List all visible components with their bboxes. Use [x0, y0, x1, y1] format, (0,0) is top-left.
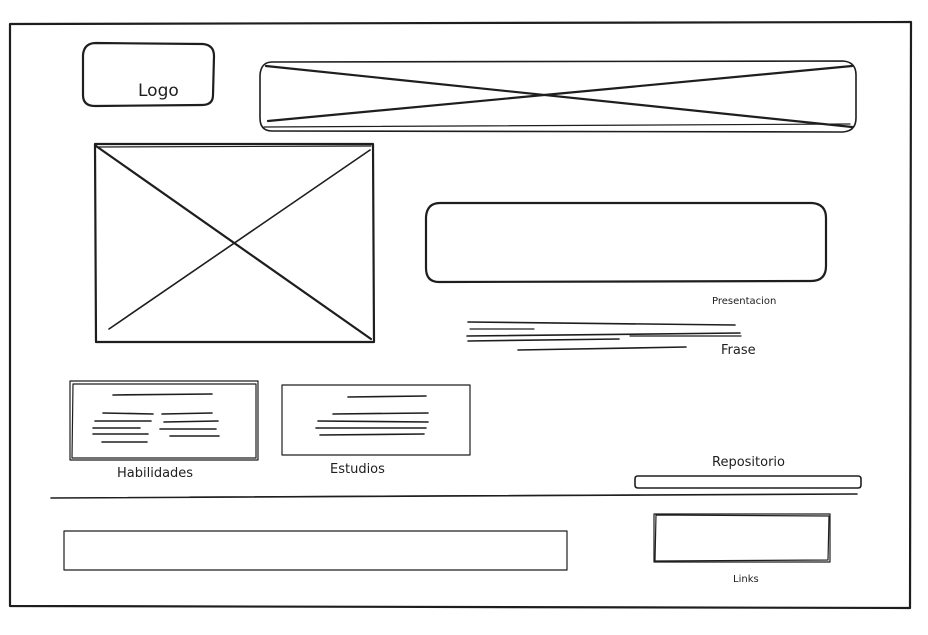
logo-label: Logo: [138, 81, 179, 101]
footer-divider: [50, 493, 858, 499]
page-frame: [8, 20, 913, 610]
profile-image-placeholder: [93, 142, 376, 344]
logo-box[interactable]: Logo: [81, 41, 216, 108]
presentacion-label: Presentacion: [712, 296, 776, 307]
repositorio-label: Repositorio: [712, 455, 785, 470]
estudios-label: Estudios: [330, 462, 385, 477]
habilidades-card[interactable]: Habilidades: [69, 380, 259, 481]
repositorio-bar[interactable]: Repositorio: [634, 455, 862, 489]
image-cross-line-2: [108, 149, 371, 330]
links-label: Links: [733, 574, 759, 585]
habilidades-label: Habilidades: [117, 466, 193, 481]
header-banner-placeholder[interactable]: [259, 60, 857, 133]
presentacion-box[interactable]: Presentacion: [424, 201, 828, 307]
links-box[interactable]: Links: [653, 513, 831, 585]
wireframe-canvas: Logo Presentacion Frase Habilidades Estu…: [8, 20, 913, 610]
estudios-card[interactable]: Estudios: [281, 384, 471, 477]
frase-text-lines: Frase: [466, 321, 756, 358]
footer-text-box[interactable]: [63, 530, 568, 571]
frase-label: Frase: [721, 343, 756, 358]
